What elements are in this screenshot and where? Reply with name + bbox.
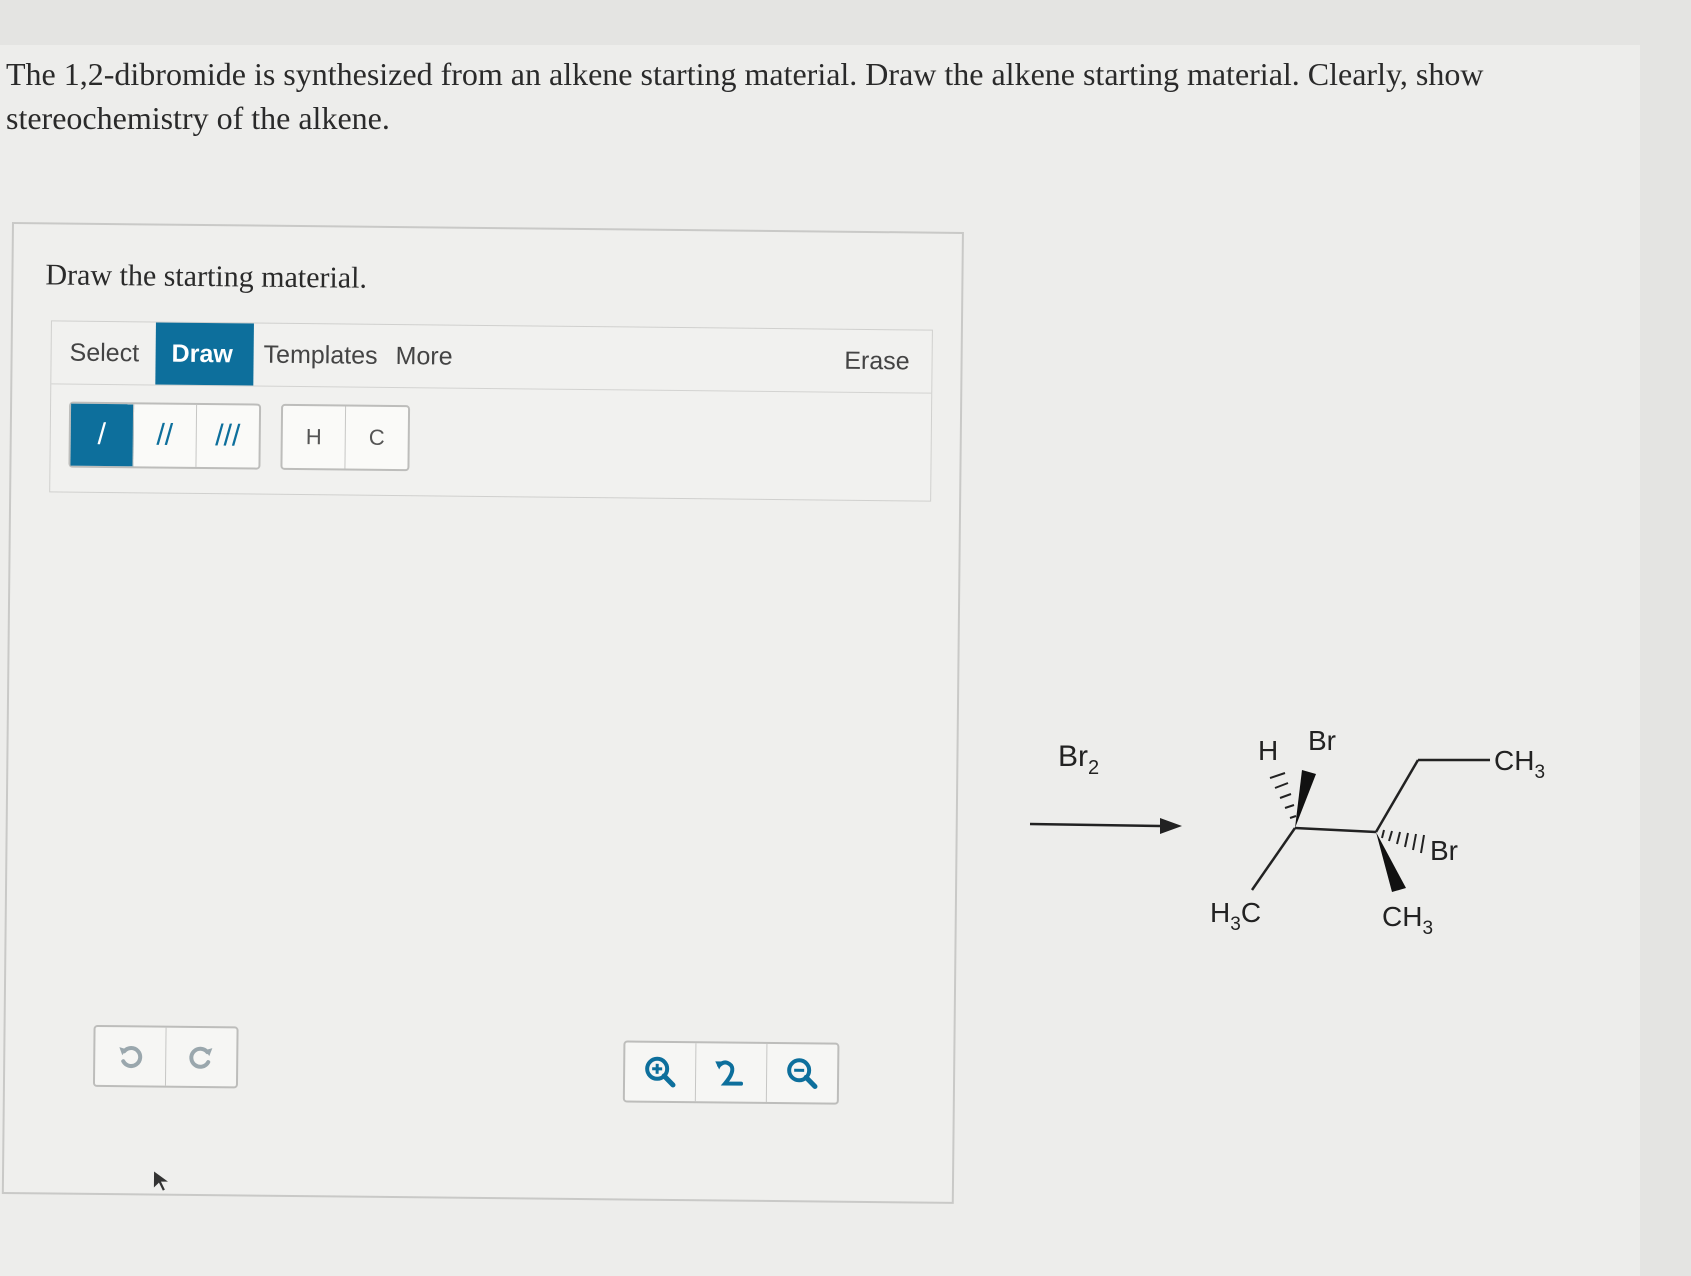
atom-c-button[interactable]: C <box>345 407 408 470</box>
single-bond-icon[interactable]: / <box>70 403 135 467</box>
zoom-out-icon[interactable] <box>767 1044 838 1103</box>
br-bottom-label: Br <box>1430 835 1458 866</box>
tab-templates[interactable]: Templates <box>247 323 394 387</box>
drawing-panel: Draw the starting material. Select Draw … <box>1 222 964 1204</box>
ch3-right-label: CH3 <box>1494 745 1545 783</box>
redo-icon[interactable] <box>166 1028 237 1087</box>
br-top-label: Br <box>1308 725 1336 756</box>
question-text: The 1,2-dibromide is synthesized from an… <box>6 56 1484 136</box>
reaction-scheme: Br2 H Br CH3 Br H3C CH3 <box>1020 720 1600 940</box>
atom-h-button[interactable]: H <box>282 405 347 469</box>
undo-icon[interactable] <box>94 1026 167 1086</box>
h3c-label: H3C <box>1210 897 1261 935</box>
zoom-controls <box>622 1040 840 1105</box>
reagent-label: Br2 <box>1058 740 1099 779</box>
reaction-arrow-icon <box>1029 818 1182 834</box>
ch3-bottom-label: CH3 <box>1382 901 1433 939</box>
atom-tool-group: H C <box>280 403 411 472</box>
double-bond-icon[interactable]: // <box>133 404 198 467</box>
editor-toolbar: Select Draw Templates More Erase / // //… <box>49 320 933 502</box>
tab-more[interactable]: More <box>379 325 469 388</box>
zoom-in-icon[interactable] <box>624 1042 697 1102</box>
erase-button[interactable]: Erase <box>828 330 926 393</box>
toolbar-tabs: Select Draw Templates More Erase <box>51 321 932 394</box>
tab-select[interactable]: Select <box>53 321 155 384</box>
mouse-cursor-icon <box>152 1170 172 1199</box>
panel-title: Draw the starting material. <box>45 258 368 295</box>
history-controls <box>92 1024 239 1089</box>
h-label: H <box>1258 735 1278 766</box>
tab-draw[interactable]: Draw <box>155 322 254 386</box>
triple-bond-icon[interactable]: /// <box>196 405 259 468</box>
product-structure <box>1250 758 1490 892</box>
reset-zoom-icon[interactable] <box>695 1043 768 1102</box>
bond-tool-group: / // /// <box>68 401 262 470</box>
draw-tools: / // /// H C <box>68 401 411 472</box>
